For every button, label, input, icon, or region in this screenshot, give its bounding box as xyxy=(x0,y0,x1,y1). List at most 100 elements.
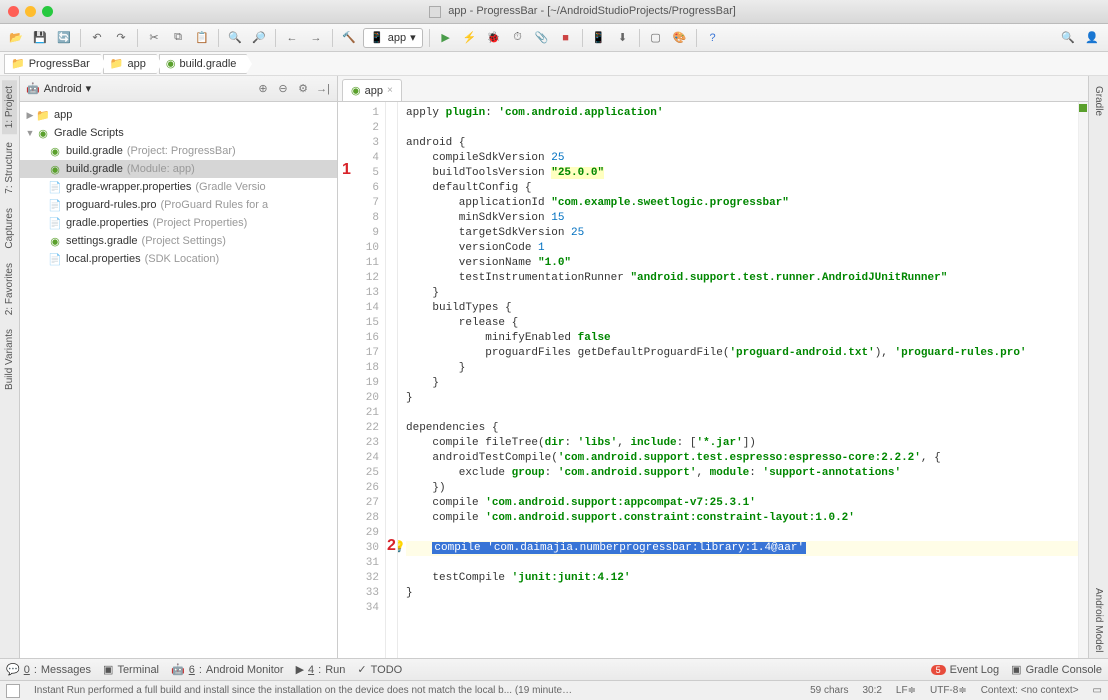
main-toolbar: 📂 💾 🔄 ↶ ↷ ✂ ⧉ 📋 🔍 🔎 ← → 🔨 📱 app ▾ ▶ ⚡ 🐞 … xyxy=(0,24,1108,52)
event-log-tool-tab[interactable]: 5 Event Log xyxy=(931,664,1000,676)
file-icon xyxy=(429,6,441,18)
tree-row[interactable]: ▼◉Gradle Scripts xyxy=(20,124,337,142)
sync-icon[interactable]: 🔄 xyxy=(54,28,74,48)
settings-icon[interactable]: ⚙ xyxy=(295,81,311,97)
tree-row[interactable]: ◉settings.gradle(Project Settings) xyxy=(20,232,337,250)
left-tool-stripe: 1: Project 7: Structure Captures 2: Favo… xyxy=(0,76,20,658)
window-controls xyxy=(8,6,53,17)
paste-icon[interactable]: 📋 xyxy=(192,28,212,48)
tree-row[interactable]: 📄gradle.properties(Project Properties) xyxy=(20,214,337,232)
theme-icon[interactable]: 🎨 xyxy=(670,28,690,48)
context-indicator[interactable]: Context: <no context> xyxy=(981,685,1079,696)
apply-changes-icon[interactable]: ⚡ xyxy=(460,28,480,48)
gradle-console-tool-tab[interactable]: ▣ Gradle Console xyxy=(1011,663,1102,676)
android-monitor-tool-tab[interactable]: 🤖 6: Android Monitor xyxy=(171,663,284,676)
run-tool-tab[interactable]: ▶ 4: Run xyxy=(296,663,346,676)
tree-row[interactable]: ◉build.gradle(Project: ProgressBar) xyxy=(20,142,337,160)
messages-tool-tab[interactable]: 💬 0: Messages xyxy=(6,663,91,676)
tool-window-toggle[interactable] xyxy=(6,684,20,698)
maximize-button[interactable] xyxy=(42,6,53,17)
tree-row[interactable]: 📄gradle-wrapper.properties(Gradle Versio xyxy=(20,178,337,196)
favorites-tool-tab[interactable]: 2: Favorites xyxy=(2,257,17,321)
right-tool-stripe: Gradle Android Model xyxy=(1088,76,1108,658)
close-button[interactable] xyxy=(8,6,19,17)
android-model-tool-tab[interactable]: Android Model xyxy=(1091,582,1106,658)
close-tab-icon[interactable]: × xyxy=(387,85,393,96)
fold-gutter[interactable] xyxy=(386,102,398,658)
project-view-selector[interactable]: 🤖 Android ▾ xyxy=(26,82,249,95)
project-tree[interactable]: ▶📁app▼◉Gradle Scripts◉build.gradle(Proje… xyxy=(20,102,337,658)
code-editor[interactable]: 1234567891011121314151617181920212223242… xyxy=(338,102,1088,658)
collapse-icon[interactable]: ⊕ xyxy=(255,81,271,97)
annotation-marker-2: 2 xyxy=(387,537,396,555)
run-icon[interactable]: ▶ xyxy=(436,28,456,48)
copy-icon[interactable]: ⧉ xyxy=(168,28,188,48)
breadcrumb-item[interactable]: 📁app xyxy=(103,54,157,74)
hide-icon[interactable]: →| xyxy=(315,81,331,97)
undo-icon[interactable]: ↶ xyxy=(87,28,107,48)
structure-tool-tab[interactable]: 7: Structure xyxy=(2,136,17,200)
help-icon[interactable]: ? xyxy=(703,28,723,48)
file-encoding[interactable]: UTF-8≑ xyxy=(930,685,967,696)
target-icon[interactable]: ⊖ xyxy=(275,81,291,97)
terminal-tool-tab[interactable]: ▣ Terminal xyxy=(103,663,159,676)
editor-area: ◉ app × 12345678910111213141516171819202… xyxy=(338,76,1088,658)
gradle-tool-tab[interactable]: Gradle xyxy=(1091,80,1106,122)
main-area: 1: Project 7: Structure Captures 2: Favo… xyxy=(0,76,1108,658)
editor-tab[interactable]: ◉ app × xyxy=(342,79,402,101)
build-icon[interactable]: 🔨 xyxy=(339,28,359,48)
breadcrumb-item[interactable]: 📁ProgressBar xyxy=(4,54,101,74)
open-icon[interactable]: 📂 xyxy=(6,28,26,48)
line-separator[interactable]: LF≑ xyxy=(896,685,916,696)
gradle-icon: ◉ xyxy=(351,84,361,97)
back-icon[interactable]: ← xyxy=(282,28,302,48)
bottom-tool-stripe: 💬 0: Messages ▣ Terminal 🤖 6: Android Mo… xyxy=(0,658,1108,680)
attach-icon[interactable]: 📎 xyxy=(532,28,552,48)
forward-icon[interactable]: → xyxy=(306,28,326,48)
project-tool-tab[interactable]: 1: Project xyxy=(2,80,17,134)
status-bar: Instant Run performed a full build and i… xyxy=(0,680,1108,700)
redo-icon[interactable]: ↷ xyxy=(111,28,131,48)
tree-row[interactable]: ◉build.gradle(Module: app) xyxy=(20,160,337,178)
todo-tool-tab[interactable]: ✓ TODO xyxy=(357,663,402,676)
chevron-down-icon: ▾ xyxy=(86,82,92,95)
tree-row[interactable]: 📄local.properties(SDK Location) xyxy=(20,250,337,268)
editor-tabs: ◉ app × xyxy=(338,76,1088,102)
run-config-combo[interactable]: 📱 app ▾ xyxy=(363,28,423,48)
analysis-ok-marker xyxy=(1079,104,1087,112)
android-icon: 🤖 xyxy=(26,82,40,95)
captures-tool-tab[interactable]: Captures xyxy=(2,202,17,255)
avd-icon[interactable]: 📱 xyxy=(589,28,609,48)
layout-icon[interactable]: ▢ xyxy=(646,28,666,48)
sdk-icon[interactable]: ⬇ xyxy=(613,28,633,48)
tree-row[interactable]: 📄proguard-rules.pro(ProGuard Rules for a xyxy=(20,196,337,214)
tree-row[interactable]: ▶📁app xyxy=(20,106,337,124)
save-icon[interactable]: 💾 xyxy=(30,28,50,48)
error-stripe[interactable] xyxy=(1078,102,1088,658)
selection-chars: 59 chars xyxy=(810,685,848,696)
project-view-header: 🤖 Android ▾ ⊕ ⊖ ⚙ →| xyxy=(20,76,337,102)
stop-icon[interactable]: ■ xyxy=(556,28,576,48)
user-icon[interactable]: 👤 xyxy=(1082,28,1102,48)
code-content[interactable]: apply plugin: 'com.android.application'a… xyxy=(398,102,1078,658)
profile-icon[interactable]: ⏱ xyxy=(508,28,528,48)
chevron-down-icon: ▾ xyxy=(410,31,416,44)
find-icon[interactable]: 🔍 xyxy=(225,28,245,48)
debug-icon[interactable]: 🐞 xyxy=(484,28,504,48)
minimize-button[interactable] xyxy=(25,6,36,17)
project-tool-window: 🤖 Android ▾ ⊕ ⊖ ⚙ →| ▶📁app▼◉Gradle Scrip… xyxy=(20,76,338,658)
search-everywhere-icon[interactable]: 🔍 xyxy=(1058,28,1078,48)
replace-icon[interactable]: 🔎 xyxy=(249,28,269,48)
cut-icon[interactable]: ✂ xyxy=(144,28,164,48)
build-variants-tool-tab[interactable]: Build Variants xyxy=(2,323,17,396)
breadcrumb-item[interactable]: ◉build.gradle xyxy=(159,54,247,74)
memory-indicator[interactable]: ▭ xyxy=(1093,685,1102,696)
module-icon: 📱 xyxy=(370,31,384,44)
status-message: Instant Run performed a full build and i… xyxy=(34,685,574,696)
line-number-gutter: 1234567891011121314151617181920212223242… xyxy=(338,102,386,658)
annotation-marker-1: 1 xyxy=(342,161,351,179)
window-title: app - ProgressBar - [~/AndroidStudioProj… xyxy=(65,5,1100,17)
caret-position[interactable]: 30:2 xyxy=(862,685,881,696)
navigation-breadcrumb: 📁ProgressBar 📁app ◉build.gradle xyxy=(0,52,1108,76)
window-titlebar: app - ProgressBar - [~/AndroidStudioProj… xyxy=(0,0,1108,24)
